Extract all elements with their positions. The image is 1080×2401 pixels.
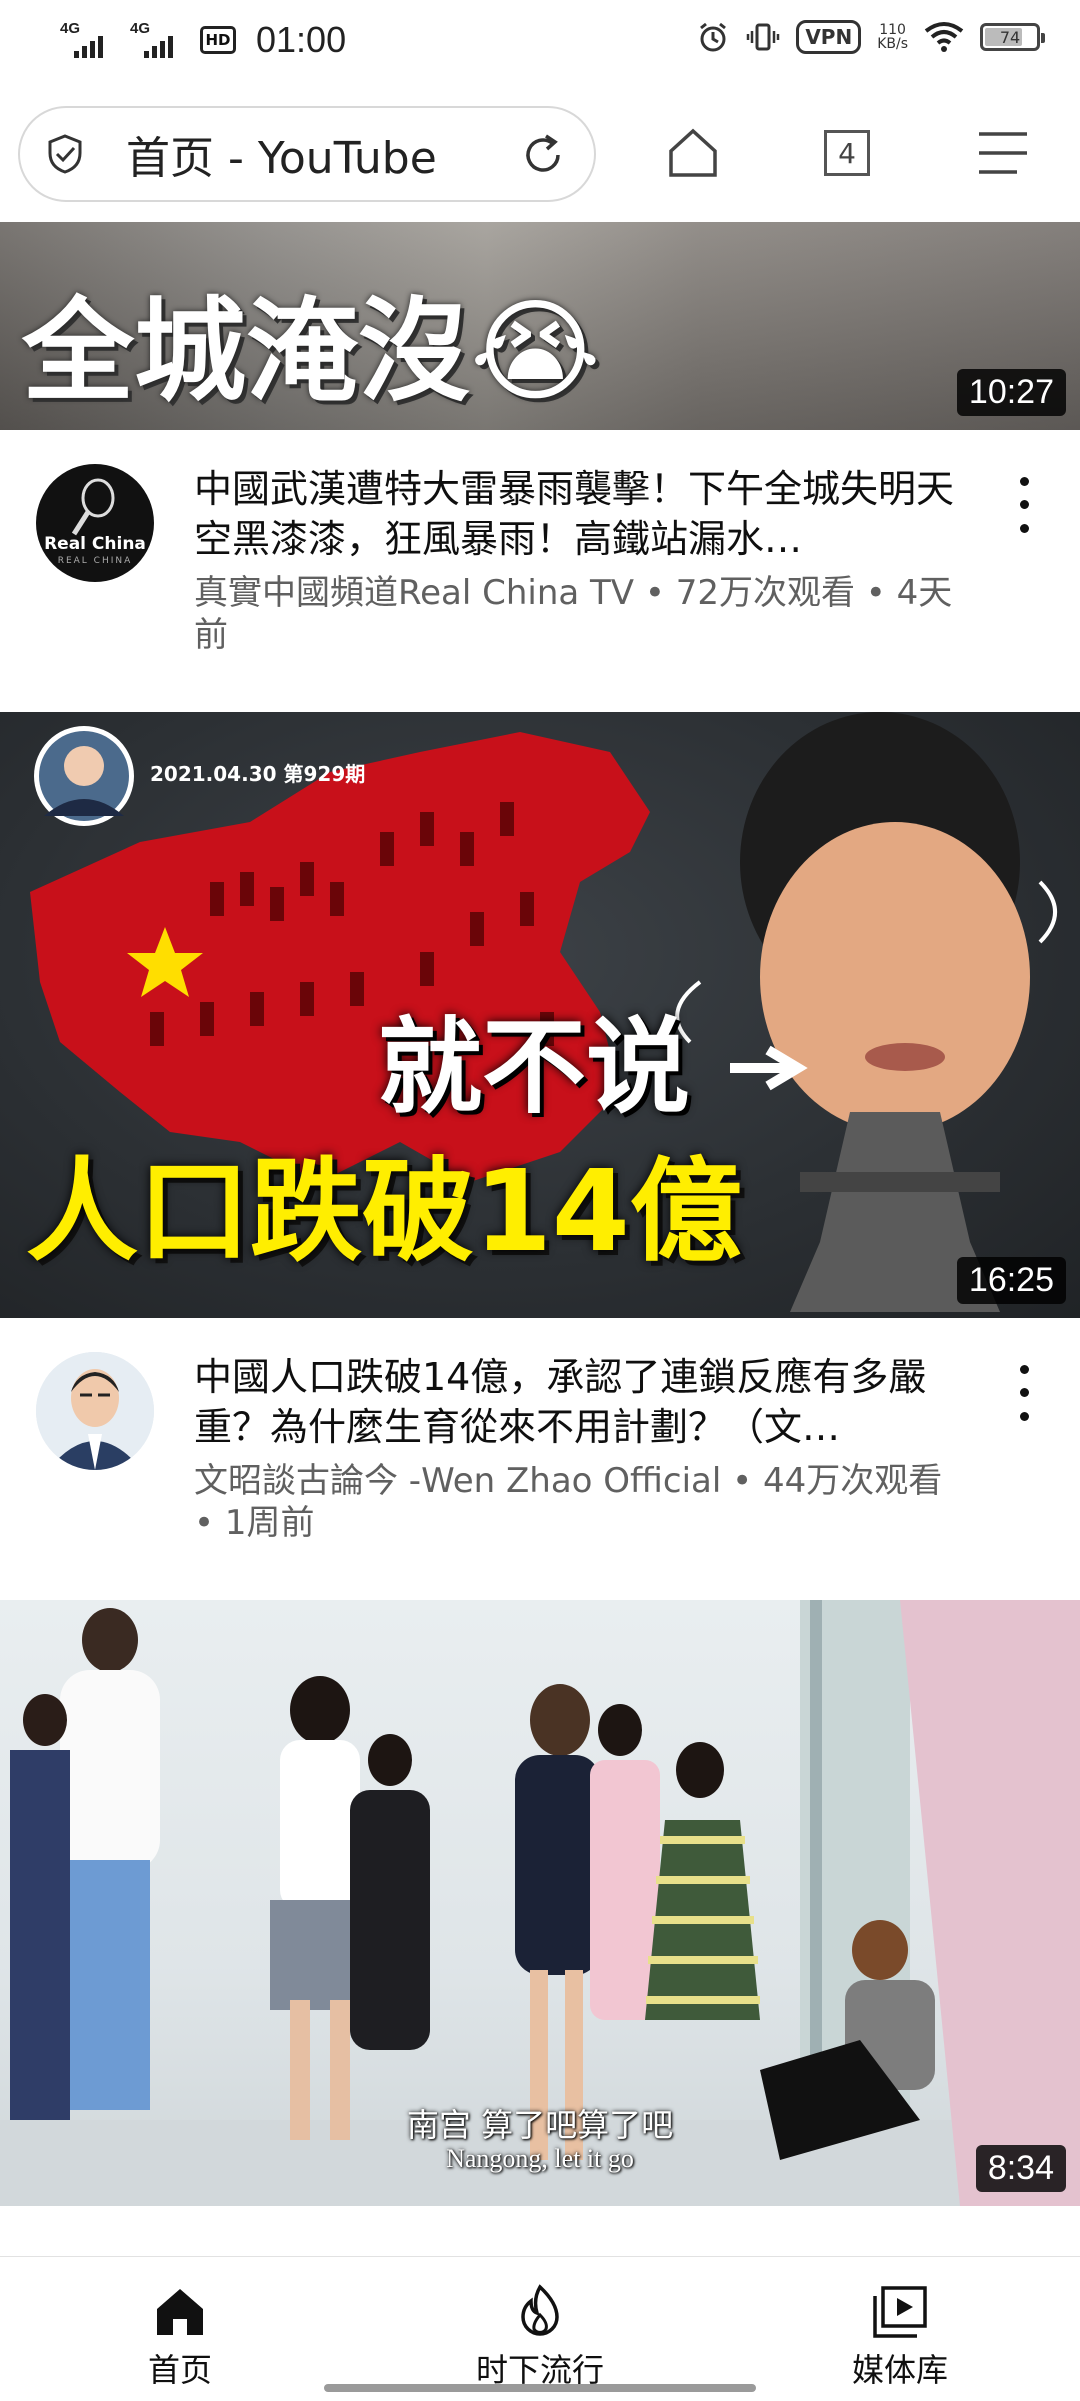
battery-icon: 74 (980, 23, 1045, 51)
video-duration: 16:25 (956, 1257, 1066, 1304)
thumbnail-caption-2: 人口跌破14億 (26, 1147, 742, 1277)
video-duration: 10:27 (956, 369, 1066, 416)
shield-icon[interactable] (44, 133, 86, 175)
status-right: VPN 110 KB/s 74 (696, 20, 1045, 54)
channel-avatar[interactable] (36, 1352, 154, 1470)
thumbnail-date: 2021.04.30 第929期 (150, 762, 366, 786)
nav-library-label: 媒体库 (851, 2351, 948, 2389)
video-thumbnail-1[interactable]: 全城淹沒😭 10:27 (0, 222, 1080, 430)
alarm-icon (700, 22, 727, 52)
browser-toolbar: 首页 - YouTube 4 (0, 92, 1080, 222)
subtitle-en: Nangong, let it go (446, 2144, 634, 2173)
video-duration: 8:34 (975, 2145, 1066, 2192)
home-button[interactable] (658, 118, 728, 188)
reload-icon[interactable] (518, 130, 568, 180)
hamburger-menu-icon (979, 132, 1027, 174)
nav-library[interactable]: 媒体库 (810, 2281, 990, 2391)
bottom-navigation: 首页 时下流行 媒体库 (0, 2256, 1080, 2401)
status-time: 01:00 (256, 19, 347, 60)
speed-value: 110 (879, 22, 906, 38)
menu-button[interactable] (968, 118, 1038, 188)
avatar-text: Real China (44, 534, 146, 554)
video-thumbnail-2[interactable]: 2021.04.30 第929期 就不说 人口跌破14億 16:25 (0, 712, 1080, 1318)
wifi-icon (924, 22, 964, 52)
video-info-2[interactable]: 中國人口跌破14億，承認了連鎖反應有多嚴重？為什麼生育從來不用計劃？（文… 文昭… (0, 1318, 1080, 1598)
signal-icon-1: 4G (60, 18, 120, 62)
person-avatar-icon (36, 1352, 154, 1470)
status-left: 4G 4G HD 01:00 (60, 18, 346, 62)
video-thumbnail-3[interactable]: 南宫 算了吧算了吧 Nangong, let it go 8:34 (0, 1600, 1080, 2206)
signal-icon-2: 4G (130, 18, 190, 62)
speed-unit: KB/s (877, 36, 908, 52)
more-options-icon[interactable] (1004, 1358, 1044, 1428)
nav-home-label: 首页 (147, 2351, 212, 2389)
more-options-icon[interactable] (1004, 470, 1044, 540)
tabs-button[interactable]: 4 (812, 118, 882, 188)
library-icon (873, 2286, 927, 2338)
battery-level: 74 (999, 27, 1021, 47)
vpn-badge: VPN (796, 20, 862, 54)
nav-home[interactable]: 首页 (90, 2281, 270, 2391)
channel-avatar[interactable]: Real China REAL CHINA (36, 464, 154, 582)
video-meta: 真實中國頻道Real China TV • 72万次观看 • 4天前 (194, 573, 953, 655)
nav-trending[interactable]: 时下流行 (450, 2281, 630, 2391)
home-outline-icon (669, 128, 717, 177)
status-bar: 4G 4G HD 01:00 VPN 110 KB/s 74 (0, 0, 1080, 90)
thumbnail-caption: 全城淹沒😭 (22, 287, 601, 417)
video-meta: 文昭談古論今 -Wen Zhao Official • 44万次观看 • 1周前 (194, 1461, 943, 1543)
tab-count: 4 (824, 130, 870, 176)
home-filled-icon (157, 2289, 203, 2335)
video-title[interactable]: 中國人口跌破14億，承認了連鎖反應有多嚴重？為什麼生育從來不用計劃？（文… (194, 1352, 964, 1452)
address-bar[interactable]: 首页 - YouTube (18, 106, 596, 202)
network-speed: 110 KB/s (877, 23, 908, 51)
gesture-bar[interactable] (324, 2384, 756, 2392)
flame-icon (521, 2284, 559, 2336)
subtitle-cn: 南宫 算了吧算了吧 (406, 2106, 674, 2144)
hd-voice-icon: HD (200, 26, 236, 54)
thumbnail-caption-1: 就不说 (378, 1006, 691, 1128)
vibrate-icon (747, 23, 780, 51)
video-info-1[interactable]: Real China REAL CHINA 中國武漢遭特大雷暴雨襲擊！下午全城失… (0, 430, 1080, 710)
video-title[interactable]: 中國武漢遭特大雷暴雨襲擊！下午全城失明天空黑漆漆，狂風暴雨！高鐵站漏水… (194, 464, 964, 564)
avatar-subtext: REAL CHINA (57, 556, 133, 566)
page-title[interactable]: 首页 - YouTube (126, 122, 486, 186)
